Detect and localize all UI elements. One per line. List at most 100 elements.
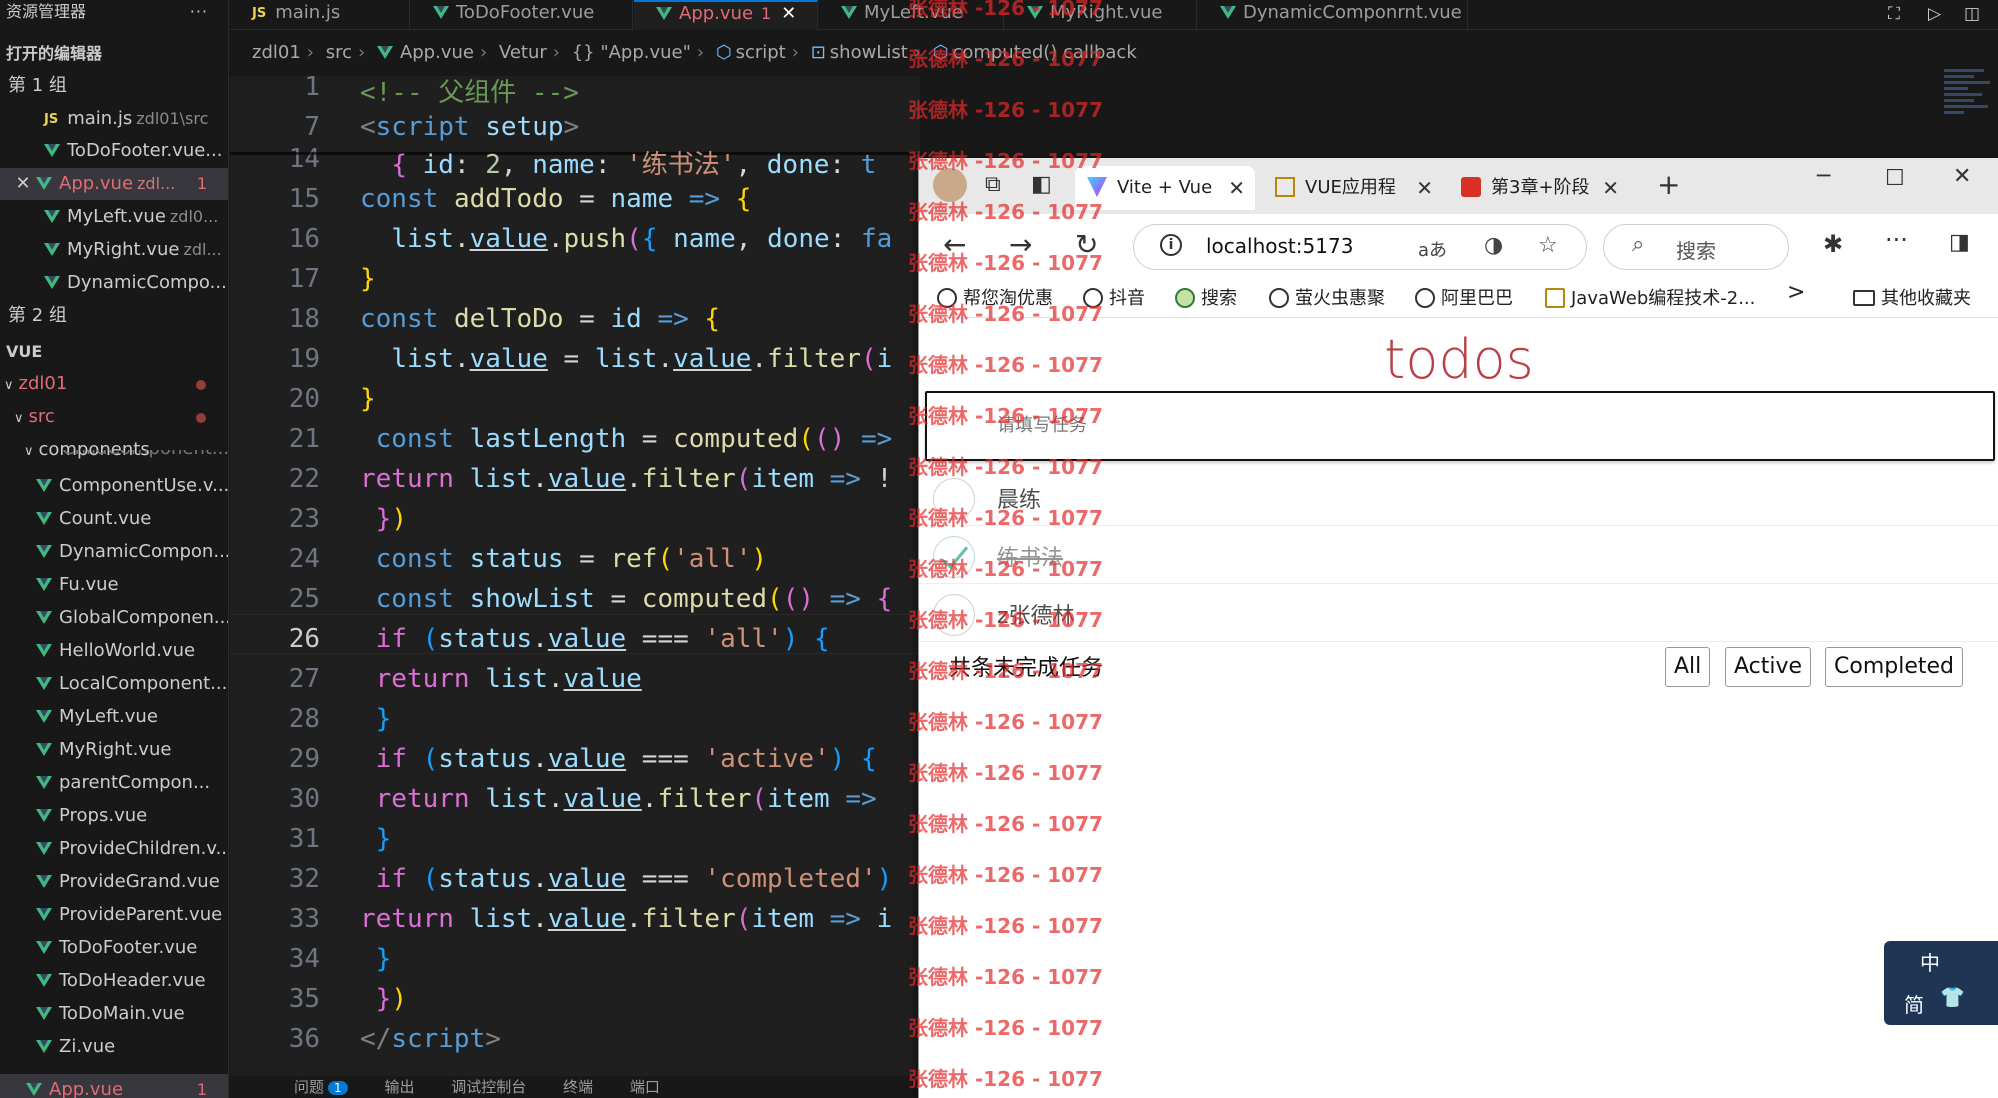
todo-toggle[interactable] [933,536,975,578]
panel-tab-debug[interactable]: 调试控制台 [451,1078,526,1096]
todo-toggle[interactable] [933,594,975,636]
breadcrumb-item[interactable]: script [736,42,786,63]
open-editors-header[interactable]: 打开的编辑器 [0,38,228,70]
close-icon[interactable]: ✕ [1228,166,1245,210]
file-item[interactable]: ProvideGrand.vue [0,866,228,898]
folder-zdl01[interactable]: ∨ zdl01 [0,368,228,400]
file-item[interactable]: Fu.vue [0,569,228,601]
open-editor-myright[interactable]: MyRight.vue zdl... [0,234,228,266]
layout-icon[interactable]: ⛶ [1888,4,1900,24]
tab-app-vue[interactable]: App.vue 1 ✕ [634,0,818,30]
open-editor-myleft[interactable]: MyLeft.vue zdl0... [0,201,228,233]
bookmark-item[interactable]: 阿里巴巴 [1415,284,1513,310]
maximize-icon[interactable]: ☐ [1885,166,1905,191]
file-item[interactable]: GlobalComponen... [0,602,228,634]
breadcrumb-item[interactable]: zdl01 [252,42,301,63]
extensions-icon[interactable]: ✱ [1823,230,1843,258]
edge-icon[interactable]: ◑ [1484,233,1503,258]
ime-indicator[interactable]: 中 简 👕 [1884,941,1998,1025]
close-icon[interactable]: ✕ [1416,166,1433,210]
close-icon[interactable]: ✕ [14,168,32,200]
breadcrumb-item[interactable]: App.vue [400,42,474,63]
breadcrumb-item[interactable]: src [326,42,352,63]
new-todo-input[interactable] [997,415,1697,436]
tab-myleft[interactable]: MyLeft.vue [819,0,1004,30]
file-item[interactable]: MyLeft.vue [0,701,228,733]
group-1-header[interactable]: 第 1 组 [0,70,228,102]
sidebar-icon[interactable]: ◨ [1949,230,1970,255]
group-2-header[interactable]: 第 2 组 [0,300,228,332]
info-icon[interactable]: i [1160,234,1182,256]
panel-tab-terminal[interactable]: 终端 [563,1078,593,1096]
forward-icon[interactable]: → [1009,228,1032,261]
collections-icon[interactable]: ⧉ [985,172,1001,197]
file-item[interactable]: ProvideChildren.v... [0,833,228,865]
browser-tab-chapter3[interactable]: 第3章+阶段 ✕ [1449,166,1629,210]
tab-myright[interactable]: MyRight.vue [1005,0,1197,30]
split-icon[interactable]: ◫ [1964,4,1980,24]
bookmark-item[interactable]: JavaWeb编程技术-2... [1545,284,1755,310]
file-item[interactable]: ToDoFooter.vue [0,932,228,964]
file-app-vue[interactable]: App.vue 1 [0,1074,228,1098]
profile-avatar[interactable] [933,168,967,202]
breadcrumb-item[interactable]: {} "App.vue" [572,42,691,63]
minimap[interactable] [1940,66,1998,146]
chevron-right-icon[interactable]: > [1787,280,1805,305]
open-editor-todofooter[interactable]: ToDoFooter.vue... [0,135,228,167]
todo-toggle[interactable] [933,478,975,520]
file-item[interactable]: MyRight.vue [0,734,228,766]
file-item[interactable]: ComponentUse.v... [0,470,228,502]
bookmark-item[interactable]: 抖音 [1083,284,1145,310]
open-editor-app-vue[interactable]: ✕ App.vue zdl... 1 [0,168,228,200]
tab-main-js[interactable]: JS main.js [230,0,410,30]
bookmark-item[interactable]: 搜索 [1175,284,1237,310]
browser-tab-vue-app[interactable]: VUE应用程 ✕ [1263,166,1443,210]
more-actions-icon[interactable]: ··· [190,0,208,24]
file-item[interactable]: Count.vue [0,503,228,535]
file-item[interactable]: parentCompon... [0,767,228,799]
file-item[interactable]: ToDoMain.vue [0,998,228,1030]
other-bookmarks[interactable]: 其他收藏夹 [1853,284,1971,310]
panel-tab-ports[interactable]: 端口 [630,1078,660,1096]
sidebar-toggle-icon[interactable]: ◧ [1031,172,1052,197]
file-item[interactable]: ToDoHeader.vue [0,965,228,997]
file-partial[interactable]: ChildComponent... [0,450,228,466]
read-aloud-icon[interactable]: aあ [1418,236,1447,262]
file-item[interactable]: Props.vue [0,800,228,832]
close-window-icon[interactable]: ✕ [1953,164,1971,189]
breadcrumb-item[interactable]: computed() callback [952,42,1136,63]
menu-icon[interactable]: ··· [1885,226,1908,254]
breadcrumb-item[interactable]: Vetur [499,42,547,63]
tab-todofooter[interactable]: ToDoFooter.vue [411,0,633,30]
close-icon[interactable]: ✕ [781,3,796,24]
file-item[interactable]: LocalComponent... [0,668,228,700]
address-bar[interactable]: i localhost:5173 aあ ◑ ☆ [1133,224,1587,270]
filter-active-button[interactable]: Active [1725,647,1812,687]
minimize-icon[interactable]: ─ [1817,164,1830,189]
run-icon[interactable]: ▷ [1928,4,1941,24]
tab-dynamic[interactable]: DynamicComponrnt.vue [1198,0,1468,30]
code-editor[interactable]: 1 7 14 15 16 17 18 19 20 21 22 23 24 25 26 27 28 29 30 31 32… [230,76,920,1076]
browser-tab-vite[interactable]: Vite + Vue ✕ [1075,166,1255,210]
bookmark-item[interactable]: 萤火虫惠聚 [1269,284,1385,310]
file-item[interactable]: Zi.vue [0,1031,228,1063]
panel-tab-output[interactable]: 输出 [384,1078,414,1096]
breadcrumb-item[interactable]: showList [830,42,908,63]
favorite-star-icon[interactable]: ☆ [1538,233,1558,258]
file-item[interactable]: HelloWorld.vue [0,635,228,667]
open-editor-main-js[interactable]: JS main.js zdl01\src [0,103,228,135]
search-box[interactable]: ⌕ 搜索 [1603,224,1789,270]
filter-all-button[interactable]: All [1665,647,1711,687]
new-tab-button[interactable]: + [1657,168,1680,201]
close-icon[interactable]: ✕ [1602,166,1619,210]
project-section-header[interactable]: VUE [0,336,228,368]
bookmark-item[interactable]: 帮您淘优惠 [937,284,1053,310]
file-item[interactable]: ProvideParent.vue [0,899,228,931]
refresh-icon[interactable]: ↻ [1075,228,1098,261]
panel-tab-problems[interactable]: 问题 1 [262,1078,348,1096]
folder-src[interactable]: ∨ src [0,401,228,433]
filter-completed-button[interactable]: Completed [1825,647,1963,687]
open-editor-dynamic[interactable]: DynamicCompo... [0,267,228,299]
back-icon[interactable]: ← [943,228,966,261]
file-item[interactable]: DynamicCompon... [0,536,228,568]
